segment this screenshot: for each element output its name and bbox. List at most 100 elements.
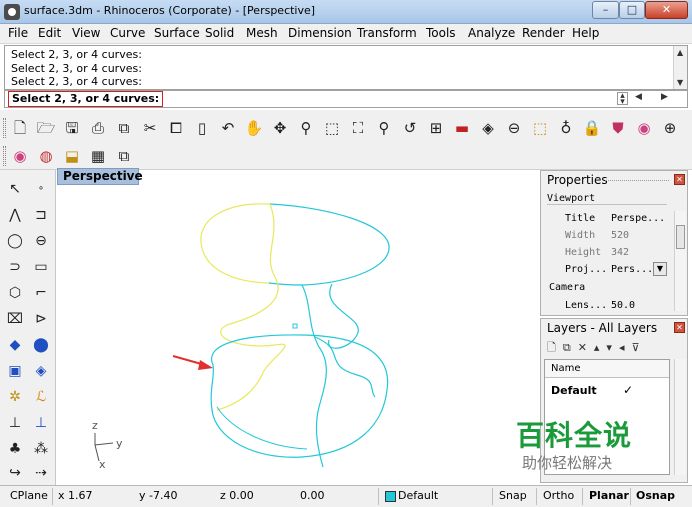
planar-toggle[interactable]: Planar <box>589 489 629 502</box>
close-button[interactable]: ✕ <box>645 1 688 19</box>
scroll-up-icon[interactable]: ▲ <box>677 48 683 57</box>
projection-dropdown-icon[interactable]: ▼ <box>653 262 667 276</box>
materials-icon[interactable]: ◍ <box>36 146 56 166</box>
transform-icon[interactable]: ✲ <box>4 386 26 408</box>
menu-curve[interactable]: Curve <box>110 26 145 40</box>
export-icon[interactable]: ⧉ <box>114 118 134 138</box>
menu-file[interactable]: File <box>8 26 28 40</box>
menu-edit[interactable]: Edit <box>38 26 61 40</box>
ellipse-icon[interactable]: ⊖ <box>30 230 52 252</box>
copy-icon[interactable]: ⧠ <box>166 118 186 138</box>
panel-grip[interactable] <box>605 180 669 181</box>
analyze-icon[interactable]: ↪ <box>4 462 26 482</box>
properties-close-icon[interactable]: ✕ <box>674 174 685 185</box>
toolbar-grip[interactable] <box>3 118 6 138</box>
layers-close-icon[interactable]: ✕ <box>674 322 685 333</box>
menu-view[interactable]: View <box>72 26 100 40</box>
menu-mesh[interactable]: Mesh <box>246 26 278 40</box>
mesh-icon[interactable]: ◈ <box>30 360 52 382</box>
layers-toolbar[interactable]: 🗋⧉✕▴▾◂⊽ <box>547 339 647 358</box>
scroll-left-icon[interactable]: ◀ <box>635 92 642 102</box>
properties-scrollbar[interactable] <box>674 211 686 311</box>
options-icon[interactable]: ⊕ <box>660 118 680 138</box>
command-prompt[interactable]: Select 2, 3, or 4 curves: <box>8 91 164 107</box>
color-wheel-icon[interactable]: ◉ <box>634 118 654 138</box>
layers-name-header[interactable]: Name <box>545 360 669 378</box>
zoom-window-icon[interactable]: ⬚ <box>322 118 342 138</box>
select-arrow-icon[interactable]: ↖ <box>4 178 26 200</box>
object-snap-icon[interactable]: ⊖ <box>504 118 524 138</box>
sphere-icon[interactable]: ⬤ <box>30 334 52 356</box>
material-icon[interactable]: ⛊ <box>608 118 628 138</box>
minimize-button[interactable]: – <box>592 1 619 19</box>
layers-scrollbar[interactable] <box>674 359 686 475</box>
perspective-viewport[interactable]: z y x <box>57 185 537 485</box>
array-icon[interactable]: ⁂ <box>30 438 52 460</box>
render-sphere-icon[interactable]: ◉ <box>10 146 30 166</box>
layer-color-swatch[interactable] <box>385 491 396 502</box>
command-prompt-bar[interactable]: Select 2, 3, or 4 curves: ▴ ▾ ◀ ▶ <box>4 90 688 108</box>
prop-projection-value[interactable]: Pers... <box>611 264 653 275</box>
arc-icon[interactable]: ⊃ <box>4 256 26 278</box>
menu-help[interactable]: Help <box>572 26 599 40</box>
undo-icon[interactable]: ↶ <box>218 118 238 138</box>
spin-icon[interactable]: ▴ ▾ <box>617 92 628 107</box>
layer-current-check-icon[interactable]: ✓ <box>623 383 633 397</box>
menu-surface[interactable]: Surface <box>154 26 200 40</box>
extrude-icon[interactable]: ⊳ <box>30 308 52 330</box>
render-settings-icon[interactable]: ⧉ <box>114 146 134 166</box>
paste-icon[interactable]: ▯ <box>192 118 212 138</box>
texture-icon[interactable]: ▦ <box>88 146 108 166</box>
zoom-icon[interactable]: ⚲ <box>296 118 316 138</box>
curve-icon[interactable]: ⊐ <box>30 204 52 226</box>
undo-view-icon[interactable]: ↺ <box>400 118 420 138</box>
menu-render[interactable]: Render <box>522 26 565 40</box>
menu-dimension[interactable]: Dimension <box>288 26 352 40</box>
zoom-selected-icon[interactable]: ⚲ <box>374 118 394 138</box>
history-scrollbar[interactable]: ▲ ▼ <box>673 46 687 89</box>
pan-hand-icon[interactable]: ✋ <box>244 118 264 138</box>
rectangle-icon[interactable]: ▭ <box>30 256 52 278</box>
cylinder-icon[interactable]: ▣ <box>4 360 26 382</box>
status-layer[interactable]: Default <box>398 489 438 502</box>
prop-lens-value[interactable]: 50.0 <box>611 300 635 311</box>
new-file-icon[interactable]: 🗋 <box>10 118 30 138</box>
status-cplane[interactable]: CPlane <box>10 489 48 502</box>
zoom-extents-icon[interactable]: ⛶ <box>348 118 368 138</box>
light-icon[interactable]: ♁ <box>556 118 576 138</box>
four-viewports-icon[interactable]: ⊞ <box>426 118 446 138</box>
layer-default-name[interactable]: Default <box>551 384 597 397</box>
osnap-toggle[interactable]: Osnap <box>636 489 675 502</box>
menu-transform[interactable]: Transform <box>357 26 417 40</box>
properties-scroll-thumb[interactable] <box>676 225 685 249</box>
scroll-right-icon[interactable]: ▶ <box>661 92 668 102</box>
save-icon[interactable]: 🖫 <box>62 118 82 138</box>
ortho-toggle[interactable]: Ortho <box>543 489 574 502</box>
polygon-icon[interactable]: ⬡ <box>4 282 26 304</box>
toolbar-grip[interactable] <box>3 146 6 166</box>
fillet-icon[interactable]: ⌐ <box>30 282 52 304</box>
environment-icon[interactable]: ⬓ <box>62 146 82 166</box>
open-folder-icon[interactable]: 🗁 <box>36 118 56 138</box>
snap-toggle[interactable]: Snap <box>499 489 527 502</box>
more-tools-icon[interactable]: ⇢ <box>30 462 52 482</box>
align-icon[interactable]: ⊥ <box>30 412 52 434</box>
menu-tools[interactable]: Tools <box>426 26 456 40</box>
menu-analyze[interactable]: Analyze <box>468 26 515 40</box>
surface-icon[interactable]: ⌧ <box>4 308 26 330</box>
viewport-tab[interactable]: Perspective <box>57 168 143 185</box>
polyline-icon[interactable]: ⋀ <box>4 204 26 226</box>
menu-solid[interactable]: Solid <box>205 26 234 40</box>
rotate-view-icon[interactable]: ✥ <box>270 118 290 138</box>
print-icon[interactable]: ⎙ <box>88 118 108 138</box>
circle-icon[interactable]: ◯ <box>4 230 26 252</box>
point-icon[interactable]: ∘ <box>30 178 52 200</box>
group-icon[interactable]: ♣ <box>4 438 26 460</box>
shade-car-icon[interactable]: ▬ <box>452 118 472 138</box>
move-icon[interactable]: ⊥ <box>4 412 26 434</box>
prop-title-value[interactable]: Perspe... <box>611 213 665 224</box>
lock-icon[interactable]: 🔒 <box>582 118 602 138</box>
dimension-icon[interactable]: ℒ <box>30 386 52 408</box>
select-icon[interactable]: ⬚ <box>530 118 550 138</box>
scroll-down-icon[interactable]: ▼ <box>677 78 683 87</box>
